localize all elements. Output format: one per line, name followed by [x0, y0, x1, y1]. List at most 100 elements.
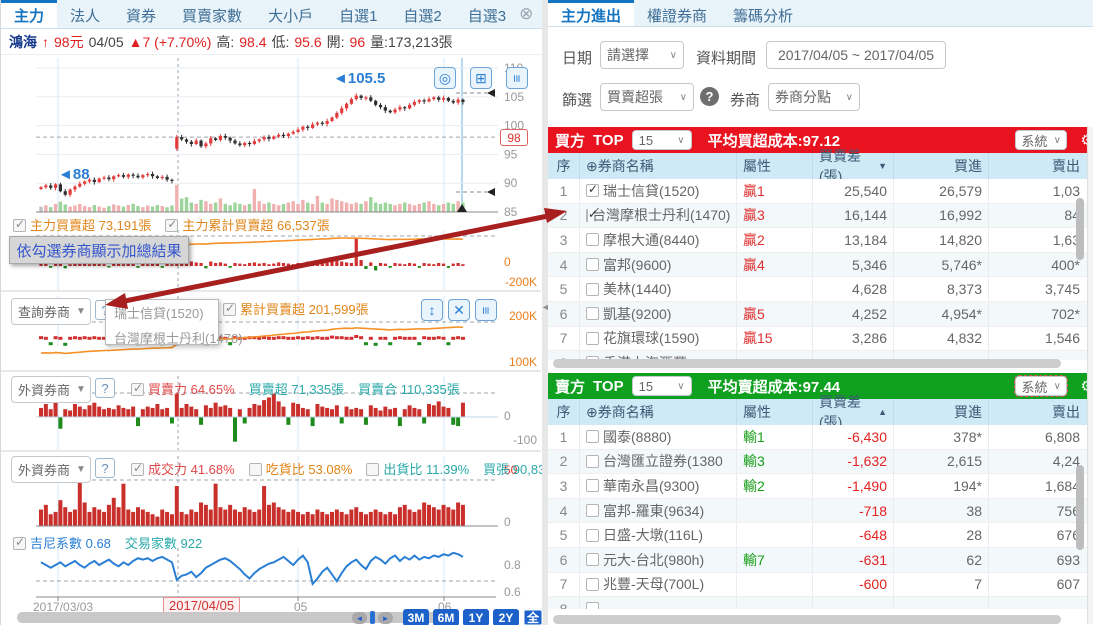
- buy-hscrollbar[interactable]: [553, 359, 1061, 368]
- column-header-1[interactable]: ⊕ 券商名稱: [580, 153, 737, 179]
- chart-settings-icon[interactable]: ≡: [506, 67, 528, 89]
- row-checkbox[interactable]: [586, 602, 599, 609]
- period-input[interactable]: 2017/04/05 ~ 2017/04/05: [766, 41, 946, 69]
- top-count-select[interactable]: 15∨: [632, 376, 692, 396]
- table-row[interactable]: 6凱基(9200)贏54,2524,954*702*: [548, 302, 1093, 327]
- resize-icon[interactable]: ↕: [421, 299, 443, 321]
- row-checkbox[interactable]: [586, 553, 599, 566]
- table-row[interactable]: 1國泰(8880)輸1-6,430378*6,808: [548, 425, 1093, 450]
- top-count-select[interactable]: 15∨: [632, 130, 692, 150]
- foreign-broker-select-1[interactable]: 外資券商▼: [11, 376, 91, 403]
- column-header-2[interactable]: 屬性: [737, 399, 813, 425]
- row-checkbox[interactable]: [586, 209, 588, 222]
- table-row[interactable]: 1瑞士信貸(1520)贏125,54026,5791,03: [548, 179, 1093, 204]
- column-header-5[interactable]: 賣出: [989, 399, 1086, 425]
- table-row[interactable]: 4富邦(9600)贏45,3465,746*400*: [548, 253, 1093, 278]
- tab-主力進出[interactable]: 主力進出: [548, 0, 634, 26]
- system-select[interactable]: 系統∨: [1015, 130, 1067, 150]
- series-label[interactable]: 主力買賣超 73,191張: [13, 215, 151, 234]
- range-button-6M[interactable]: 6M: [433, 609, 459, 625]
- panel-settings-icon[interactable]: ≡: [475, 299, 497, 321]
- sell-vscrollbar[interactable]: [1076, 465, 1084, 550]
- range-button-2Y[interactable]: 2Y: [493, 609, 519, 625]
- column-header-2[interactable]: 屬性: [737, 153, 813, 179]
- column-header-3[interactable]: 買賣差(張)▲: [813, 399, 894, 425]
- column-header-5[interactable]: 賣出: [989, 153, 1086, 179]
- series-label[interactable]: 買賣力 64.65%: [131, 379, 235, 398]
- scroll-left-icon[interactable]: ◄: [352, 612, 367, 624]
- column-header-4[interactable]: 買進: [894, 399, 989, 425]
- range-button-3M[interactable]: 3M: [403, 609, 429, 625]
- sell-hscrollbar[interactable]: [553, 615, 1061, 624]
- row-checkbox[interactable]: [586, 233, 599, 246]
- table-row[interactable]: 6元大-台北(980h)輸7-63162693: [548, 548, 1093, 573]
- buy-vscrollbar[interactable]: [1076, 198, 1084, 260]
- row-checkbox[interactable]: [586, 455, 599, 468]
- series-label[interactable]: 吉尼系數 0.68: [13, 533, 111, 552]
- row-checkbox[interactable]: [586, 283, 599, 296]
- system-select[interactable]: 系統∨: [1015, 376, 1067, 396]
- range-button-1Y[interactable]: 1Y: [463, 609, 489, 625]
- scroll-right-icon[interactable]: ►: [378, 612, 393, 624]
- broker-query-select[interactable]: 查詢券商▼: [11, 298, 91, 325]
- foreign-broker-select-2[interactable]: 外資券商▼: [11, 456, 91, 483]
- table-row[interactable]: 7兆豐-天母(700L)-6007607: [548, 573, 1093, 598]
- series-checkbox[interactable]: [366, 463, 379, 476]
- series-label[interactable]: 累計買賣超 201,599張: [223, 299, 369, 318]
- column-header-0[interactable]: 序: [548, 399, 580, 425]
- column-header-4[interactable]: 買進: [894, 153, 989, 179]
- table-row[interactable]: 3華南永昌(9300)輸2-1,490194*1,684: [548, 474, 1093, 499]
- row-checkbox[interactable]: [586, 332, 599, 345]
- row-checkbox[interactable]: [586, 184, 599, 197]
- help-icon[interactable]: ?: [95, 458, 115, 478]
- add-broker-icon[interactable]: ⊕: [586, 158, 598, 175]
- table-row[interactable]: 2台灣匯立證券(1380輸3-1,6322,6154,24: [548, 450, 1093, 475]
- series-checkbox[interactable]: [223, 303, 236, 316]
- column-header-0[interactable]: 序: [548, 153, 580, 179]
- series-label[interactable]: 成交力 41.68%: [131, 459, 235, 478]
- table-row[interactable]: 7花旗環球(1590)贏153,2864,8321,546: [548, 327, 1093, 352]
- range-button-全[interactable]: 全: [523, 609, 543, 625]
- zoom-in-icon[interactable]: ⊞: [470, 67, 492, 89]
- series-checkbox[interactable]: [13, 219, 26, 232]
- table-row[interactable]: 8: [548, 597, 1093, 609]
- series-label[interactable]: 主力累計買賣超 66,537張: [165, 215, 329, 234]
- series-label[interactable]: 吃貨比 53.08%: [249, 459, 353, 478]
- broker-branch-select[interactable]: 券商分點∨: [768, 83, 860, 111]
- series-checkbox[interactable]: [131, 463, 144, 476]
- dropdown-item[interactable]: 瑞士信貸(1520): [106, 300, 218, 325]
- crosshair-tool-icon[interactable]: ◎: [434, 67, 456, 89]
- row-checkbox[interactable]: [586, 430, 599, 443]
- series-checkbox[interactable]: [13, 537, 26, 550]
- row-checkbox[interactable]: [586, 578, 599, 591]
- series-checkbox[interactable]: [131, 383, 144, 396]
- column-header-1[interactable]: ⊕ 券商名稱: [580, 399, 737, 425]
- scrollbar-thumb[interactable]: [370, 611, 375, 624]
- table-row[interactable]: 2台灣摩根士丹利(1470)贏316,14416,99284: [548, 204, 1093, 229]
- table-row[interactable]: 5美林(1440)4,6288,3733,745: [548, 277, 1093, 302]
- series-label[interactable]: 出貨比 11.39%: [366, 459, 469, 478]
- date-select[interactable]: 請選擇∨: [600, 41, 684, 69]
- table-row[interactable]: 3摩根大通(8440)贏213,18414,8201,63: [548, 228, 1093, 253]
- tab-籌碼分析[interactable]: 籌碼分析: [720, 0, 806, 26]
- table-row[interactable]: 5日盛-大墩(116L)-64828676: [548, 523, 1093, 548]
- series-checkbox[interactable]: [165, 219, 178, 232]
- tab-權證券商[interactable]: 權證券商: [634, 0, 720, 26]
- row-checkbox[interactable]: [586, 504, 599, 517]
- row-checkbox[interactable]: [586, 258, 599, 271]
- help-icon[interactable]: ?: [95, 378, 115, 398]
- series-label-text: 出貨比 11.39%: [383, 462, 469, 477]
- close-panel-icon[interactable]: ✕: [448, 299, 470, 321]
- add-broker-icon[interactable]: ⊕: [586, 404, 598, 421]
- row-checkbox[interactable]: [586, 307, 599, 320]
- row-checkbox[interactable]: [586, 529, 599, 542]
- panel-vscroll-track[interactable]: [1087, 127, 1093, 624]
- filter-select[interactable]: 買賣超張∨: [600, 83, 694, 111]
- row-checkbox[interactable]: [586, 479, 599, 492]
- dropdown-item[interactable]: 台灣摩根士丹利(1470): [106, 325, 218, 350]
- help-icon[interactable]: ?: [700, 87, 719, 106]
- table-row[interactable]: 4富邦-羅東(9634)-71838756: [548, 499, 1093, 524]
- column-header-3[interactable]: 買賣差(張)▼: [813, 153, 894, 179]
- table-cell: -1,490: [813, 474, 894, 498]
- series-checkbox[interactable]: [249, 463, 262, 476]
